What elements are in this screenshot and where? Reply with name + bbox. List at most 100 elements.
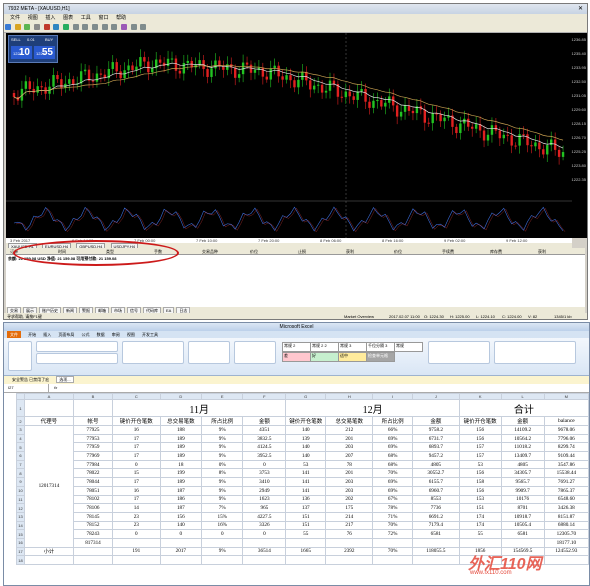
row-header[interactable]: 15	[16, 529, 25, 539]
sheet-cell[interactable]	[543, 555, 589, 565]
sheet-cell[interactable]	[72, 399, 114, 417]
zoom-in-icon[interactable]	[101, 24, 108, 30]
row-header[interactable]: 3	[16, 425, 25, 435]
sheet-cell[interactable]: 965	[242, 503, 287, 513]
sheet-cell[interactable]: 136	[285, 494, 327, 505]
number-format-group[interactable]	[188, 341, 230, 364]
sheet-cell[interactable]	[201, 555, 244, 565]
account-cell[interactable]: 78044	[72, 477, 114, 487]
account-cell[interactable]: 78243	[72, 529, 114, 539]
sheet-cell[interactable]: 0	[242, 459, 287, 470]
sheet-cell[interactable]: 7179.4	[411, 520, 460, 531]
sheet-cell[interactable]: 9758.2	[411, 425, 460, 435]
sheet-cell[interactable]: 4227.5	[242, 511, 287, 522]
menu-window[interactable]: 窗口	[98, 14, 108, 22]
account-cell[interactable]: 77925	[72, 425, 114, 435]
ribbon-tab-layout[interactable]: 页面布局	[58, 331, 74, 338]
sheet-cell[interactable]: 151	[285, 520, 327, 531]
sheet-cell[interactable]: 69%	[372, 477, 413, 487]
account-cell[interactable]: 77959	[72, 442, 114, 453]
sheet-cell[interactable]: 153	[458, 494, 502, 505]
agent-header[interactable]: 代理号	[23, 416, 74, 426]
sheet-cell[interactable]: 174	[458, 520, 502, 531]
sheet-cell[interactable]: 6155.7	[411, 477, 460, 487]
sheet-cell[interactable]: 69%	[372, 485, 413, 496]
sheet-cell[interactable]: 0%	[201, 459, 244, 470]
balance-cell[interactable]: 15538.44	[543, 468, 589, 479]
sheet-cell[interactable]: 189	[159, 451, 203, 461]
sheet-cell[interactable]: 17	[112, 477, 161, 487]
row-header[interactable]: 17	[16, 546, 25, 557]
sheet-cell[interactable]: 55	[285, 529, 327, 539]
sheet-cell[interactable]: 157	[458, 451, 502, 461]
sheet-cell[interactable]: 0	[201, 529, 244, 539]
subtotal-label[interactable]: 小计	[23, 546, 74, 557]
sheet-cell[interactable]: 9909.7	[500, 485, 545, 496]
sheet-cell[interactable]: 0	[159, 529, 203, 539]
bar-chart-icon[interactable]	[72, 24, 79, 30]
subtotal-cell[interactable]: 118055.5	[411, 546, 460, 557]
indicators-icon[interactable]	[121, 24, 128, 30]
balance-cell[interactable]: 9109.44	[543, 451, 589, 461]
account-cell[interactable]: 78145	[72, 511, 114, 522]
sheet-cell[interactable]: 0	[112, 529, 161, 539]
zoom-out-icon[interactable]	[111, 24, 118, 30]
balance-cell[interactable]: 12305.70	[543, 529, 589, 539]
subtotal-cell[interactable]: 9%	[201, 546, 244, 557]
alignment-group[interactable]	[122, 341, 184, 364]
sheet-cell[interactable]	[372, 537, 413, 548]
sheet-cell[interactable]: 140	[285, 451, 327, 461]
account-cell[interactable]: 78106	[72, 503, 114, 513]
sheet-cell[interactable]: 139	[285, 433, 327, 444]
sheet-cell[interactable]: 9457.2	[411, 451, 460, 461]
ribbon-tab-data[interactable]: 数据	[97, 331, 105, 338]
sheet-cell[interactable]: 187	[159, 485, 203, 496]
sheet-cell[interactable]: 14109.2	[500, 425, 545, 435]
sheet-cell[interactable]: 158	[458, 477, 502, 487]
sheet-cell[interactable]: 53	[285, 459, 327, 470]
column-title[interactable]: 金额	[242, 416, 287, 426]
sheet-cell[interactable]: 34305.7	[500, 468, 545, 479]
sheet-cell[interactable]: 9%	[201, 494, 244, 505]
sheet-cell[interactable]	[242, 537, 287, 548]
row-header[interactable]: 4	[16, 433, 25, 444]
sheet-cell[interactable]: 156	[458, 425, 502, 435]
terminal-icon[interactable]	[43, 24, 50, 30]
account-cell[interactable]: 78102	[72, 494, 114, 505]
month-header-total[interactable]: 合计	[458, 399, 589, 417]
sheet-cell[interactable]: 6691.2	[411, 511, 460, 522]
sheet-cell[interactable]: 156	[458, 485, 502, 496]
sheet-cell[interactable]: 0	[112, 459, 161, 470]
style-comma-3[interactable]: 千位分隔 3	[366, 342, 395, 352]
sheet-cell[interactable]: 151	[285, 511, 327, 522]
subtotal-cell[interactable]: 2392	[325, 546, 374, 557]
editing-group[interactable]	[494, 341, 576, 364]
ribbon-tab-home[interactable]: 开始	[28, 331, 36, 338]
sheet-cell[interactable]: 9%	[201, 451, 244, 461]
balance-cell[interactable]: 7865.37	[543, 485, 589, 496]
sheet-cell[interactable]: 53	[458, 459, 502, 470]
office-button[interactable]: 文件	[7, 331, 21, 338]
style-normal-2[interactable]: 常规 2	[282, 342, 311, 352]
subtotal-cell[interactable]: 36514	[242, 546, 287, 557]
column-title[interactable]: 键价开仓笔数	[458, 416, 502, 426]
sheet-cell[interactable]: 4124.5	[242, 442, 287, 453]
column-title[interactable]: 键价开仓笔数	[285, 416, 327, 426]
column-title[interactable]: 所占比例	[201, 416, 244, 426]
sheet-cell[interactable]: 9%	[201, 485, 244, 496]
sheet-cell[interactable]: 72%	[372, 529, 413, 539]
account-header[interactable]: 帐号	[72, 416, 114, 426]
menu-insert[interactable]: 插入	[45, 14, 55, 22]
sheet-cell[interactable]: 69%	[372, 442, 413, 453]
sheet-cell[interactable]	[285, 537, 327, 548]
sheet-cell[interactable]: 6581	[411, 529, 460, 539]
row-header[interactable]: 13	[16, 511, 25, 522]
sheet-cell[interactable]: 9%	[201, 433, 244, 444]
sheet-cell[interactable]: 6893.7	[411, 442, 460, 453]
sheet-cell[interactable]: 13409.7	[500, 451, 545, 461]
sheet-cell[interactable]	[23, 399, 74, 417]
sheet-cell[interactable]: 199	[159, 468, 203, 479]
balance-cell[interactable]: 7691.27	[543, 477, 589, 487]
sheet-cell[interactable]: 3753	[242, 468, 287, 479]
sheet-cell[interactable]	[325, 537, 374, 548]
